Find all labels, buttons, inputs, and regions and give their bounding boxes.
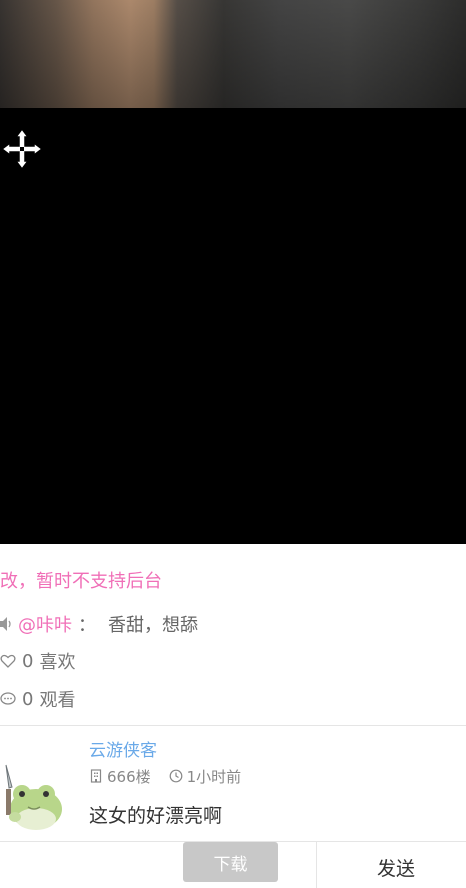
info-panel	[0, 544, 466, 887]
speaker-icon	[0, 617, 11, 631]
comment-text: 香甜，想舔	[108, 615, 198, 636]
danmaku-comment: @咔咔 ： 香甜，想舔	[0, 612, 198, 636]
mention-user-link[interactable]: @咔咔	[18, 611, 72, 637]
likes-label: 喜欢	[39, 652, 76, 673]
video-player[interactable]	[0, 0, 466, 544]
comment-colon: ：	[78, 615, 96, 636]
send-button[interactable]: 发送	[377, 854, 415, 881]
download-button[interactable]: 下载	[183, 842, 278, 882]
views-label: 观看	[39, 690, 76, 711]
reply-meta: 666楼 1小时前	[89, 765, 241, 787]
notice-text: 改，暂时不支持后台	[0, 571, 162, 592]
section-divider	[0, 725, 466, 726]
floor-number: 666楼	[107, 767, 151, 786]
views-stat: 0 观看	[0, 687, 75, 711]
like-button[interactable]: 0 喜欢	[0, 649, 75, 673]
views-count: 0	[22, 688, 34, 710]
floor-icon	[90, 769, 102, 783]
video-frame-image	[0, 0, 466, 108]
comment-icon	[0, 692, 16, 705]
likes-count: 0	[22, 650, 34, 672]
bottom-bar: 下载 发送	[0, 841, 466, 888]
avatar[interactable]	[0, 757, 66, 835]
reply-time: 1小时前	[186, 767, 242, 786]
reply-text: 这女的好漂亮啊	[89, 805, 223, 827]
clock-icon	[169, 769, 183, 783]
move-icon[interactable]	[0, 127, 44, 171]
heart-icon	[0, 654, 16, 668]
send-area[interactable]: 发送	[316, 842, 466, 888]
reply-username[interactable]: 云游侠客	[89, 736, 157, 761]
